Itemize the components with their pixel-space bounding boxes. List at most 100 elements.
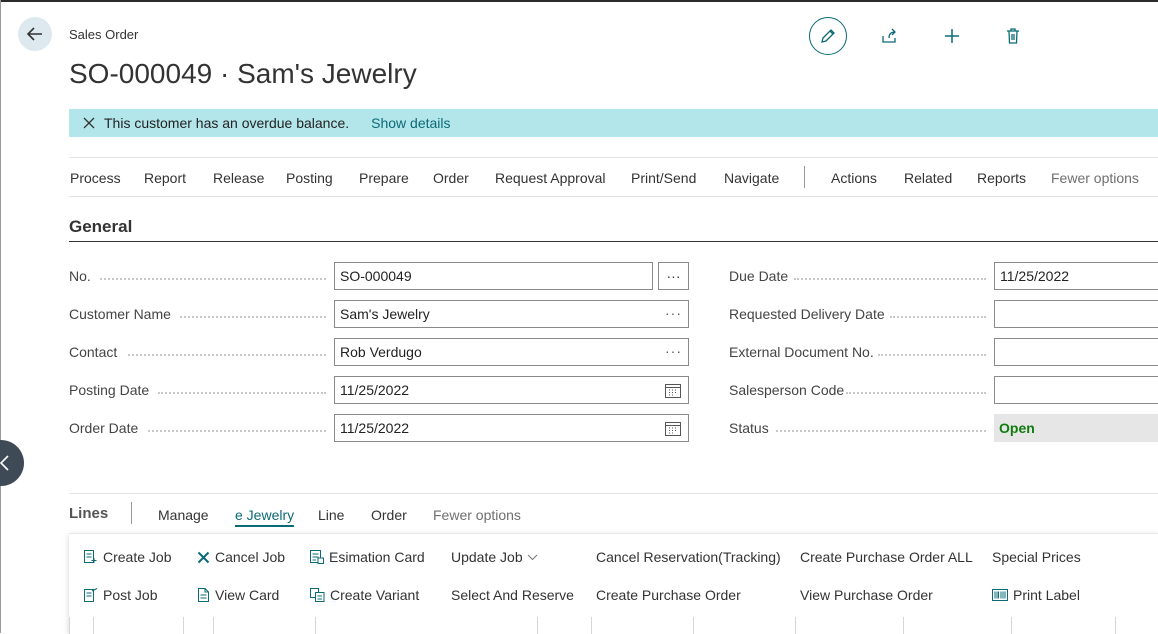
action-navigate[interactable]: Navigate [724,170,779,186]
create-purchase-order-label: Create Purchase Order [596,587,741,603]
select-and-reserve-label: Select And Reserve [451,587,574,603]
cancel-job-button[interactable]: Cancel Job [197,549,285,565]
post-job-button[interactable]: Post Job [84,587,157,603]
create-purchase-order-all-button[interactable]: Create Purchase Order ALL [800,549,973,565]
update-job-menu[interactable]: Update Job [451,549,543,565]
create-job-icon [84,550,97,563]
customer-name-lookup[interactable]: ··· [665,305,682,321]
field-leader [128,354,326,356]
create-variant-button[interactable]: Create Variant [310,587,419,603]
field-label-contact: Contact [69,344,118,360]
select-and-reserve-button[interactable]: Select And Reserve [451,587,574,603]
field-label-due-date: Due Date [729,268,789,284]
estimation-card-button[interactable]: Esimation Card [310,549,425,565]
due-date-value: 11/25/2022 [1000,268,1070,284]
customer-name-value: Sam's Jewelry [340,306,430,322]
field-label-external-document-no: External Document No. [729,344,874,360]
field-leader [148,430,326,432]
field-label-posting-date: Posting Date [69,382,150,398]
posting-date-value: 11/25/2022 [340,382,410,398]
edit-button[interactable] [809,17,847,55]
cancel-icon [197,551,210,563]
close-icon[interactable] [83,117,95,129]
collapse-factbox-button[interactable] [0,440,24,486]
field-label-customer-name: Customer Name [69,306,171,322]
lines-title-separator [131,502,132,524]
field-leader [158,392,326,394]
card-icon [310,550,324,564]
grid-column-divider [93,617,94,634]
field-leader [890,316,986,318]
action-process[interactable]: Process [70,170,121,186]
print-label-label: Print Label [1013,587,1080,603]
post-job-icon [84,588,98,602]
lines-grid-header [69,617,1158,634]
document-icon [198,588,209,602]
no-input[interactable]: SO-000049 [334,262,653,290]
due-date-input[interactable]: 11/25/2022 [994,262,1158,290]
lines-tab-order[interactable]: Order [371,507,407,523]
special-prices-button[interactable]: Special Prices [992,549,1081,565]
lines-tab-e-jewelry[interactable]: e Jewelry [235,507,295,527]
page-title: SO-000049 · Sam's Jewelry [69,58,417,89]
action-order[interactable]: Order [433,170,469,186]
delete-button[interactable] [994,17,1032,55]
order-date-value: 11/25/2022 [340,420,410,436]
field-leader [180,316,326,318]
action-prepare[interactable]: Prepare [359,170,409,186]
action-report[interactable]: Report [144,170,186,186]
new-button[interactable] [933,17,971,55]
field-label-salesperson-code: Salesperson Code [729,382,845,398]
overdue-banner: This customer has an overdue balance. Sh… [69,109,1158,137]
action-request-approval[interactable]: Request Approval [495,170,606,186]
action-posting[interactable]: Posting [286,170,333,186]
action-related[interactable]: Related [904,170,952,186]
no-assist-button[interactable]: ··· [658,262,689,290]
calendar-icon[interactable] [665,383,681,398]
requested-delivery-date-input[interactable] [994,300,1158,328]
lines-tab-manage[interactable]: Manage [158,507,209,523]
action-bar: Process Report Release Posting Prepare O… [69,157,1158,197]
action-release[interactable]: Release [213,170,264,186]
order-date-input[interactable]: 11/25/2022 [334,414,689,442]
grid-column-divider [903,617,904,634]
lines-section-divider [69,493,1158,494]
salesperson-code-input[interactable] [994,376,1158,404]
field-label-requested-delivery-date: Requested Delivery Date [729,306,885,322]
general-section-title[interactable]: General [69,217,132,237]
posting-date-input[interactable]: 11/25/2022 [334,376,689,404]
create-variant-label: Create Variant [330,587,420,603]
action-reports[interactable]: Reports [977,170,1026,186]
variant-icon [310,588,325,602]
cancel-reservation-button[interactable]: Cancel Reservation(Tracking) [596,549,781,565]
banner-message: This customer has an overdue balance. [104,115,350,131]
plus-icon [945,29,959,43]
action-print-send[interactable]: Print/Send [631,170,696,186]
grid-column-divider [591,617,592,634]
customer-name-input[interactable]: Sam's Jewelry ··· [334,300,689,328]
action-actions[interactable]: Actions [831,170,877,186]
lines-section-title[interactable]: Lines [69,505,108,522]
contact-lookup[interactable]: ··· [665,343,682,359]
lines-tab-line[interactable]: Line [318,507,344,523]
view-card-button[interactable]: View Card [197,587,279,603]
estimation-card-label: Esimation Card [329,549,425,565]
print-label-button[interactable]: Print Label [992,587,1080,603]
create-job-button[interactable]: Create Job [84,549,171,565]
view-purchase-order-button[interactable]: View Purchase Order [800,587,933,603]
back-button[interactable] [18,17,52,51]
barcode-icon [992,589,1008,601]
create-purchase-order-button[interactable]: Create Purchase Order [596,587,741,603]
action-bar-separator [804,166,805,188]
calendar-icon[interactable] [665,421,681,436]
share-button[interactable] [870,17,908,55]
external-document-no-input[interactable] [994,338,1158,366]
window-left-border [0,0,1,633]
post-job-label: Post Job [103,587,158,603]
lines-tab-fewer-options[interactable]: Fewer options [433,507,521,523]
grid-column-divider [693,617,694,634]
create-job-label: Create Job [103,549,172,565]
action-fewer-options[interactable]: Fewer options [1051,170,1139,186]
show-details-link[interactable]: Show details [371,115,450,131]
contact-input[interactable]: Rob Verdugo ··· [334,338,689,366]
